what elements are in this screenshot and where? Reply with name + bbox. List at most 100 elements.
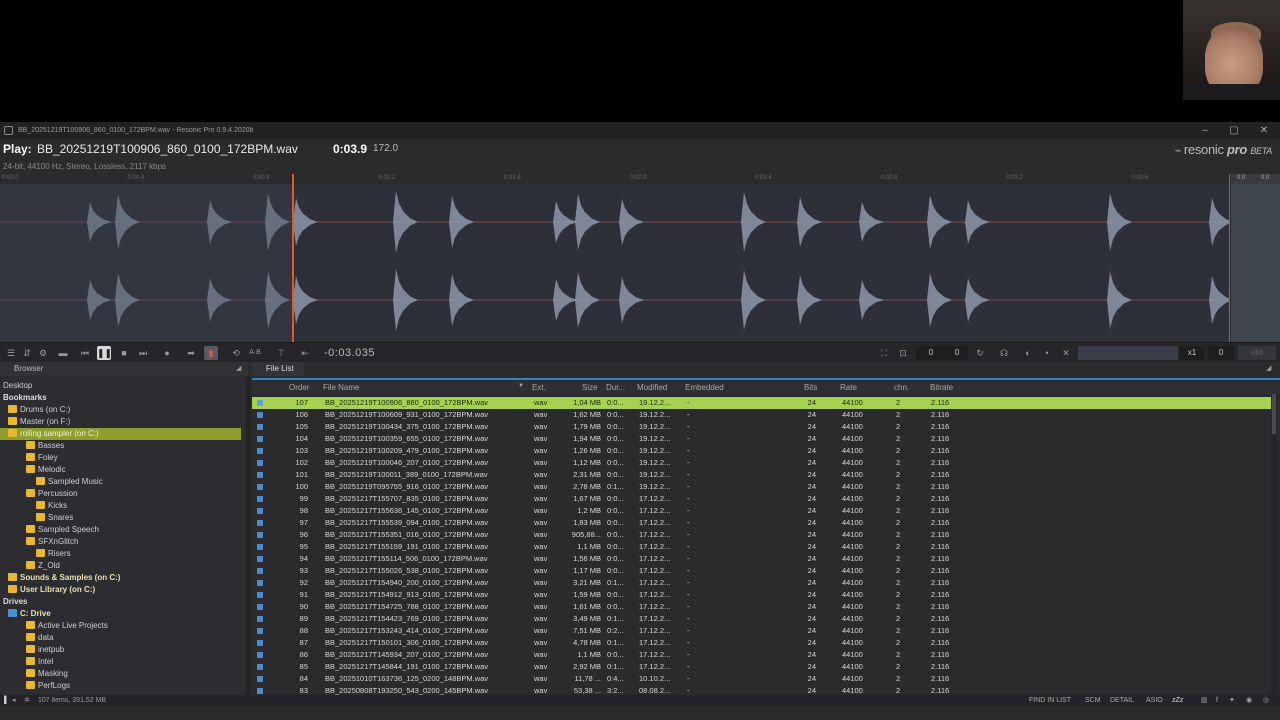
- record-icon[interactable]: ●: [160, 346, 174, 360]
- tree-item[interactable]: PerfLogs: [0, 680, 241, 692]
- tab-file-list[interactable]: File List: [252, 362, 304, 376]
- list-collapse-icon[interactable]: ◢: [1266, 364, 1271, 372]
- tree-item[interactable]: SFXnGlitch: [0, 536, 241, 548]
- tab-browser[interactable]: Browser: [0, 362, 248, 376]
- tree-item[interactable]: Drums (on C:): [0, 404, 241, 416]
- speed-box[interactable]: x1: [1180, 346, 1204, 360]
- tree-item[interactable]: inetpub: [0, 644, 241, 656]
- instagram-icon[interactable]: ◎: [1263, 695, 1269, 706]
- twitter-icon[interactable]: ✦: [1229, 695, 1235, 706]
- goto-start-icon[interactable]: ⇤: [298, 346, 312, 360]
- table-row[interactable]: 95 BB_20251217T155159_191_0100_172BPM.wav…: [252, 541, 1272, 553]
- ab-icon[interactable]: A·B: [248, 346, 262, 360]
- gear-icon[interactable]: ✲: [24, 695, 30, 706]
- column-header[interactable]: Ext.: [532, 383, 546, 392]
- scm-button[interactable]: SCM: [1085, 695, 1101, 706]
- panel-icon[interactable]: ▌: [4, 695, 9, 706]
- table-row[interactable]: 98 BB_20251217T155636_145_0100_172BPM.wav…: [252, 505, 1272, 517]
- tree-item[interactable]: Snares: [0, 512, 241, 524]
- tree-item[interactable]: data: [0, 632, 241, 644]
- loop-icon[interactable]: ⟲: [229, 346, 243, 360]
- pause-button[interactable]: ❚❚: [97, 346, 112, 360]
- tree-item[interactable]: Drives: [0, 596, 241, 608]
- tree-item[interactable]: User Library (on C:): [0, 584, 241, 596]
- headphones-icon[interactable]: ☊: [997, 346, 1011, 360]
- tree-item[interactable]: Bookmarks: [0, 392, 241, 404]
- column-header[interactable]: Dur...: [606, 383, 625, 392]
- table-row[interactable]: 87 BB_20251217T150101_306_0100_172BPM.wav…: [252, 637, 1272, 649]
- tree-item[interactable]: Foley: [0, 452, 241, 464]
- column-header[interactable]: Size: [582, 383, 598, 392]
- stop-icon[interactable]: ■: [117, 346, 131, 360]
- table-row[interactable]: 106 BB_20251219T100609_931_0100_172BPM.wa…: [252, 409, 1272, 421]
- table-row[interactable]: 88 BB_20251217T153243_414_0100_172BPM.wav…: [252, 625, 1272, 637]
- discord-icon[interactable]: ◉: [1246, 695, 1252, 706]
- next-icon[interactable]: ⏭: [136, 346, 150, 360]
- cursor-icon[interactable]: ⊤: [274, 346, 288, 360]
- crop-alt-icon[interactable]: ⊡: [896, 346, 910, 360]
- column-header[interactable]: Rate: [840, 383, 857, 392]
- tree-item[interactable]: Desktop: [0, 380, 241, 392]
- table-row[interactable]: 105 BB_20251219T100434_375_0100_172BPM.wa…: [252, 421, 1272, 433]
- tree-item[interactable]: Kicks: [0, 500, 241, 512]
- tree-item[interactable]: Percussion: [0, 488, 241, 500]
- column-header[interactable]: Bits: [804, 383, 817, 392]
- folder-icon[interactable]: ▬: [56, 346, 70, 360]
- tree-item[interactable]: Basses: [0, 440, 241, 452]
- table-row[interactable]: 89 BB_20251217T154423_769_0100_172BPM.wav…: [252, 613, 1272, 625]
- table-row[interactable]: 101 BB_20251219T100011_389_0100_172BPM.wa…: [252, 469, 1272, 481]
- table-row[interactable]: 93 BB_20251217T155026_538_0100_172BPM.wav…: [252, 565, 1272, 577]
- tree-item[interactable]: Intel: [0, 656, 241, 668]
- zzz-icon[interactable]: zZz: [1172, 695, 1183, 706]
- tree-item[interactable]: Sampled Speech: [0, 524, 241, 536]
- table-row[interactable]: 83 BB_20250808T193250_543_0200_145BPM.wav…: [252, 685, 1272, 695]
- table-row[interactable]: 92 BB_20251217T154940_200_0100_172BPM.wav…: [252, 577, 1272, 589]
- table-row[interactable]: 86 BB_20251217T145934_207_0100_172BPM.wav…: [252, 649, 1272, 661]
- table-row[interactable]: 107 BB_20251219T100906_860_0100_172BPM.wa…: [252, 397, 1272, 409]
- detail-button[interactable]: DETAIL: [1110, 695, 1134, 706]
- table-row[interactable]: 97 BB_20251217T155539_094_0100_172BPM.wav…: [252, 517, 1272, 529]
- layout-icon[interactable]: ▥: [1201, 695, 1208, 706]
- scrollbar-thumb[interactable]: [1272, 394, 1276, 434]
- column-header[interactable]: Modified: [637, 383, 667, 392]
- value-box-2[interactable]: 0: [946, 346, 968, 360]
- table-row[interactable]: 94 BB_20251217T155114_506_0100_172BPM.wav…: [252, 553, 1272, 565]
- close-button[interactable]: ✕: [1251, 122, 1277, 139]
- file-list-scrollbar[interactable]: [1271, 394, 1277, 694]
- facebook-icon[interactable]: f: [1216, 695, 1218, 706]
- playhead[interactable]: [292, 174, 294, 342]
- table-row[interactable]: 91 BB_20251217T154912_913_0100_172BPM.wav…: [252, 589, 1272, 601]
- value-box-1[interactable]: 0: [916, 346, 946, 360]
- table-row[interactable]: 96 BB_20251217T155351_016_0100_172BPM.wav…: [252, 529, 1272, 541]
- tree-item[interactable]: Risers: [0, 548, 241, 560]
- volume-down-icon[interactable]: ◐: [1021, 346, 1035, 360]
- sort-arrow-icon[interactable]: ▼: [518, 383, 524, 389]
- mute-icon[interactable]: ✕: [1059, 346, 1073, 360]
- tree-item[interactable]: Sampled Music: [0, 476, 241, 488]
- tree-item[interactable]: Active Live Projects: [0, 620, 241, 632]
- column-header[interactable]: chn.: [894, 383, 909, 392]
- volume-icon[interactable]: ◂: [12, 695, 16, 706]
- column-header[interactable]: File Name: [323, 383, 359, 392]
- crop-icon[interactable]: ⛶: [877, 346, 891, 360]
- asio-button[interactable]: ASIO: [1146, 695, 1163, 706]
- tree-item[interactable]: Z_Old: [0, 560, 241, 572]
- table-row[interactable]: 100 BB_20251219T095755_916_0100_172BPM.wa…: [252, 481, 1272, 493]
- dot-icon[interactable]: •: [1040, 346, 1054, 360]
- column-header[interactable]: Order: [289, 383, 309, 392]
- tree-item[interactable]: Melodic: [0, 464, 241, 476]
- table-row[interactable]: 104 BB_20251219T100359_655_0100_172BPM.wa…: [252, 433, 1272, 445]
- tree-item[interactable]: C: Drive: [0, 608, 241, 620]
- table-row[interactable]: 103 BB_20251219T100209_479_0100_172BPM.wa…: [252, 445, 1272, 457]
- tree-item[interactable]: rolling sampler (on C:): [0, 428, 241, 440]
- refresh-icon[interactable]: ↻: [973, 346, 987, 360]
- maximize-button[interactable]: ▢: [1221, 122, 1247, 139]
- find-in-list-button[interactable]: FIND IN LIST: [1029, 695, 1071, 706]
- menu-icon[interactable]: ☰: [4, 346, 18, 360]
- minimize-button[interactable]: –: [1192, 122, 1218, 139]
- volume-slider[interactable]: [1078, 346, 1178, 360]
- column-header[interactable]: Bitrate: [930, 383, 953, 392]
- previous-icon[interactable]: ⏮: [78, 346, 92, 360]
- table-row[interactable]: 84 BB_20251010T163736_125_0200_148BPM.wav…: [252, 673, 1272, 685]
- arrow-right-icon[interactable]: ➡: [184, 346, 198, 360]
